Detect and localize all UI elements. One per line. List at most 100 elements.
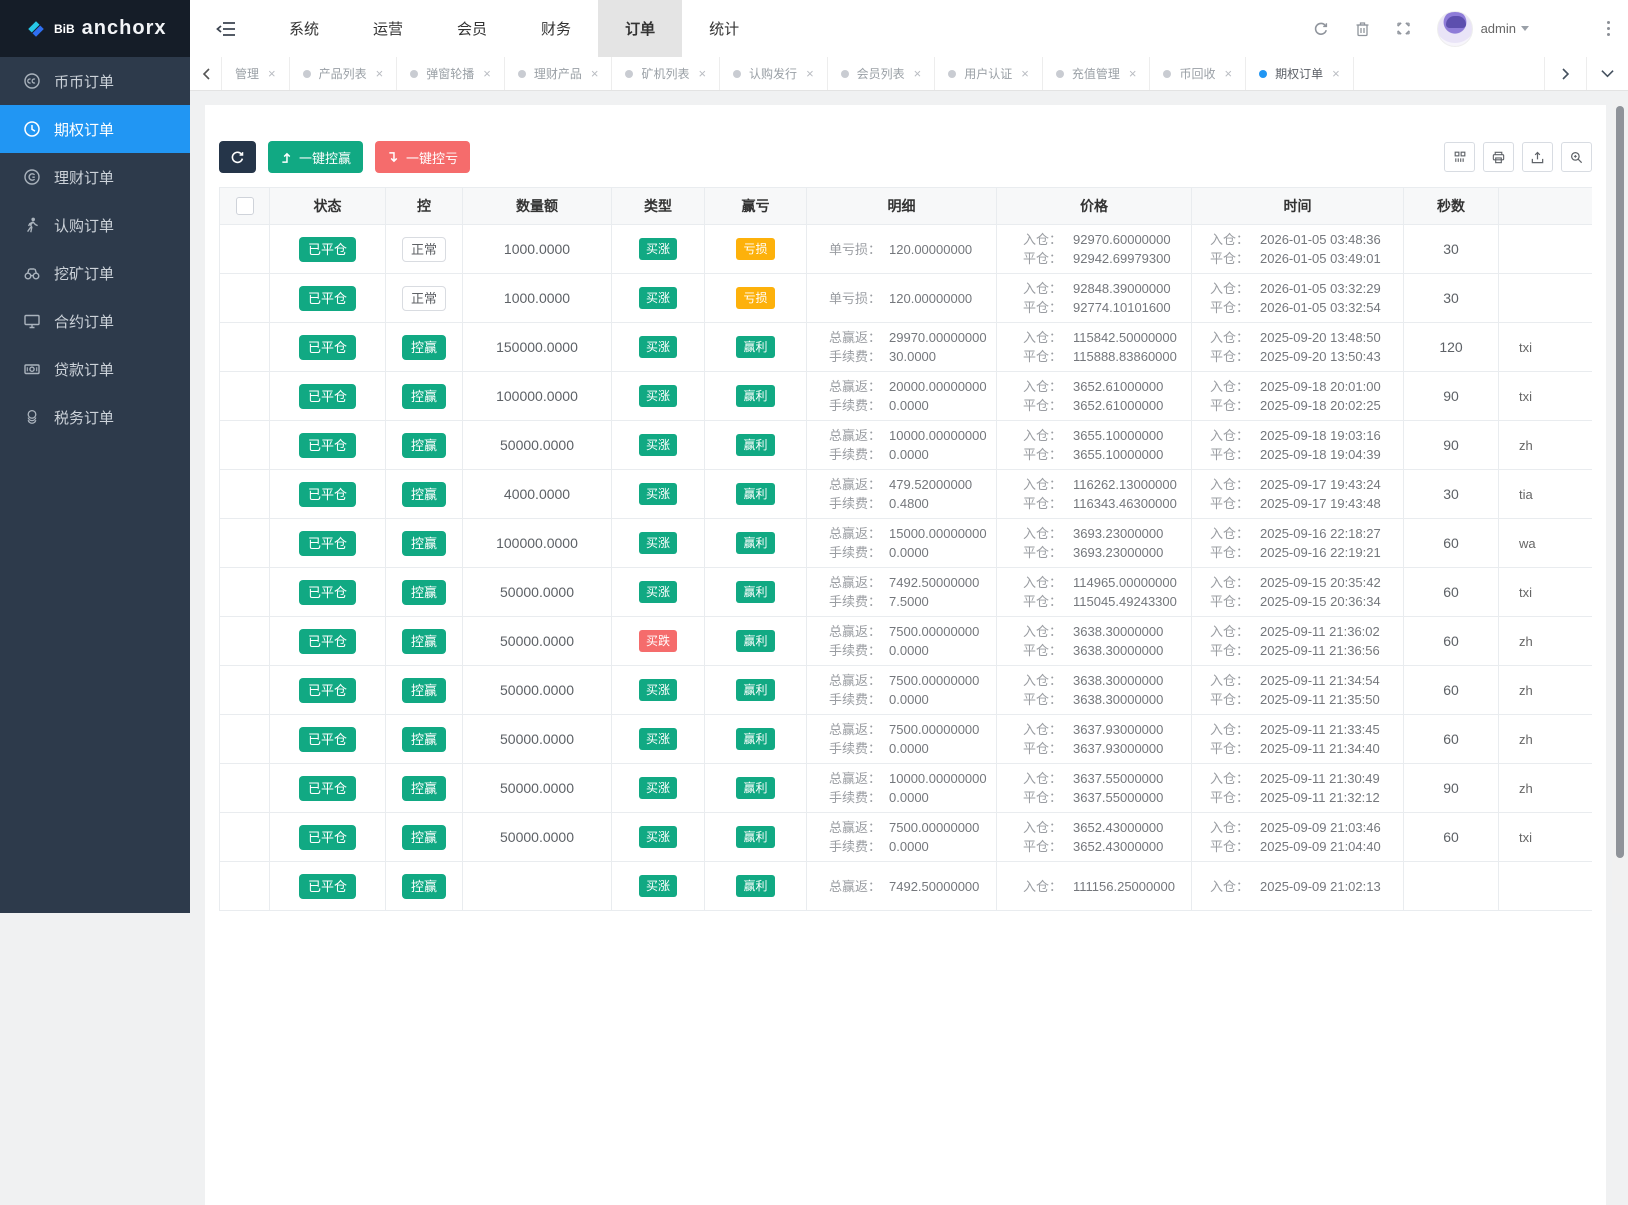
tab-close-icon[interactable]: × [1021,67,1029,80]
control-badge[interactable]: 控赢 [401,432,446,458]
force-win-button[interactable]: 一键控赢 [268,141,364,173]
force-lose-button[interactable]: 一键控亏 [375,141,471,173]
more-options-icon[interactable] [1607,27,1610,30]
kv-label: 手续费： [829,643,882,658]
trash-icon[interactable] [1355,21,1370,37]
type-cell: 买涨 [611,714,705,764]
print-icon[interactable] [1483,142,1514,172]
menu-item-4[interactable]: 财务 [514,0,598,57]
kv-label: 总赢返： [829,575,882,590]
sidebar-item-1[interactable]: 币币订单 [0,57,190,105]
control-badge[interactable]: 正常 [401,285,446,311]
tabs-menu-icon[interactable] [1586,57,1628,90]
kv-label: 平仓： [1023,300,1063,315]
content-panel: 一键控赢 一键控亏 状态控数量额 类型 赢亏 明细 价格 时间 秒数 已平仓 正常 1000. [205,105,1606,1205]
detail-cell: 总赢返： 7492.50000000 [806,861,997,911]
control-badge[interactable]: 控赢 [401,824,446,850]
control-badge[interactable]: 控赢 [401,579,446,605]
tab-9[interactable]: 充值管理 × [1043,57,1151,90]
tab-3[interactable]: 弹窗轮播 × [397,57,505,90]
tab-close-icon[interactable]: × [914,67,922,80]
price-cell: 入仓： 115842.50000000 平仓： 115888.83860000 [996,322,1192,372]
sidebar-item-2[interactable]: 期权订单 [0,105,190,153]
app-header: BiB anchorx 系统 运营 会员 财务 订单 统计 admin [0,0,1628,57]
control-badge[interactable]: 控赢 [401,726,446,752]
tab-2[interactable]: 产品列表 × [290,57,398,90]
tab-close-icon[interactable]: × [1129,67,1137,80]
control-badge[interactable]: 正常 [401,236,446,262]
export-icon[interactable] [1522,142,1553,172]
kv-label: 平仓： [1023,839,1063,854]
tab-6[interactable]: 认购发行 × [720,57,828,90]
tab-close-icon[interactable]: × [1225,67,1233,80]
kv-label: 平仓： [1023,594,1063,609]
columns-icon[interactable] [1444,142,1475,172]
tab-4[interactable]: 理财产品 × [505,57,613,90]
sidebar-item-3[interactable]: 理财订单 [0,153,190,201]
control-badge[interactable]: 控赢 [401,677,446,703]
column-header-9: 秒数 [1403,187,1499,225]
detail-cell: 总赢返： 7500.00000000 手续费： 0.0000 [806,616,997,666]
tab-7[interactable]: 会员列表 × [828,57,936,90]
tab-1[interactable]: 管理 × [222,57,290,90]
control-badge[interactable]: 控赢 [401,628,446,654]
kv-label: 平仓： [1210,741,1250,756]
refresh-icon[interactable] [1313,21,1329,37]
menu-item-2[interactable]: 运营 [346,0,430,57]
sidebar-collapse-icon[interactable] [190,0,262,57]
time-cell: 入仓： 2025-09-20 13:48:50 平仓： 2025-09-20 13:5… [1191,322,1404,372]
tab-10[interactable]: 币回收 × [1150,57,1247,90]
tab-11[interactable]: 期权订单 × [1246,57,1354,90]
control-badge[interactable]: 控赢 [401,873,446,899]
type-cell: 买涨 [611,518,705,568]
menu-item-6[interactable]: 统计 [682,0,766,57]
tabs-scroll-left-icon[interactable] [190,57,222,90]
detail-line: 手续费： 30.0000 [829,347,996,366]
detail-line: 总赢返： 29970.00000000 [829,328,996,347]
menu-item-3[interactable]: 会员 [430,0,514,57]
tab-8[interactable]: 用户认证 × [935,57,1043,90]
menu-item-5[interactable]: 订单 [598,0,683,57]
tab-close-icon[interactable]: × [698,67,706,80]
refresh-table-button[interactable] [219,141,256,173]
table-tools [1436,142,1592,172]
tab-close-icon[interactable]: × [591,67,599,80]
select-all-checkbox[interactable] [235,197,254,215]
result-cell: 亏损 [704,224,807,274]
sidebar-item-4[interactable]: 认购订单 [0,201,190,249]
sidebar-item-7[interactable]: 贷款订单 [0,345,190,393]
sidebar-item-6[interactable]: 合约订单 [0,297,190,345]
control-badge[interactable]: 控赢 [401,334,446,360]
type-cell: 买涨 [611,224,705,274]
control-badge[interactable]: 控赢 [401,383,446,409]
kv-value: 7.5000 [889,594,929,609]
sidebar-item-5[interactable]: 挖矿订单 [0,249,190,297]
seconds-cell: 30 [1403,273,1499,323]
control-badge[interactable]: 控赢 [401,481,446,507]
tab-close-icon[interactable]: × [268,67,276,80]
tab-close-icon[interactable]: × [1332,67,1340,80]
fullscreen-icon[interactable] [1396,21,1411,36]
tab-close-icon[interactable]: × [483,67,491,80]
tab-label: 弹窗轮播 [426,67,475,81]
control-cell: 正常 [385,224,463,274]
price-entry-line: 入仓： 115842.50000000 [1023,328,1191,347]
tabs-scroll-right-icon[interactable] [1544,57,1586,90]
tab-5[interactable]: 矿机列表 × [612,57,721,90]
row-select-cell [219,861,270,911]
control-badge[interactable]: 控赢 [401,530,446,556]
search-icon[interactable] [1561,142,1592,172]
control-badge[interactable]: 控赢 [401,775,446,801]
page-scrollbar[interactable] [1612,100,1628,913]
scrollbar-thumb[interactable] [1616,106,1624,858]
tab-close-icon[interactable]: × [376,67,384,80]
amount-cell: 50000.0000 [462,714,612,764]
avatar[interactable] [1436,10,1473,47]
price-close-line: 平仓： 92942.69979300 [1023,249,1191,268]
menu-item-1[interactable]: 系统 [262,0,346,57]
kv-value: 92774.10101600 [1073,300,1171,315]
time-cell: 入仓： 2025-09-11 21:30:49 平仓： 2025-09-11 21:3… [1191,763,1404,813]
sidebar-item-8[interactable]: 税务订单 [0,393,190,441]
tab-close-icon[interactable]: × [806,67,814,80]
user-menu[interactable]: admin [1481,21,1529,36]
